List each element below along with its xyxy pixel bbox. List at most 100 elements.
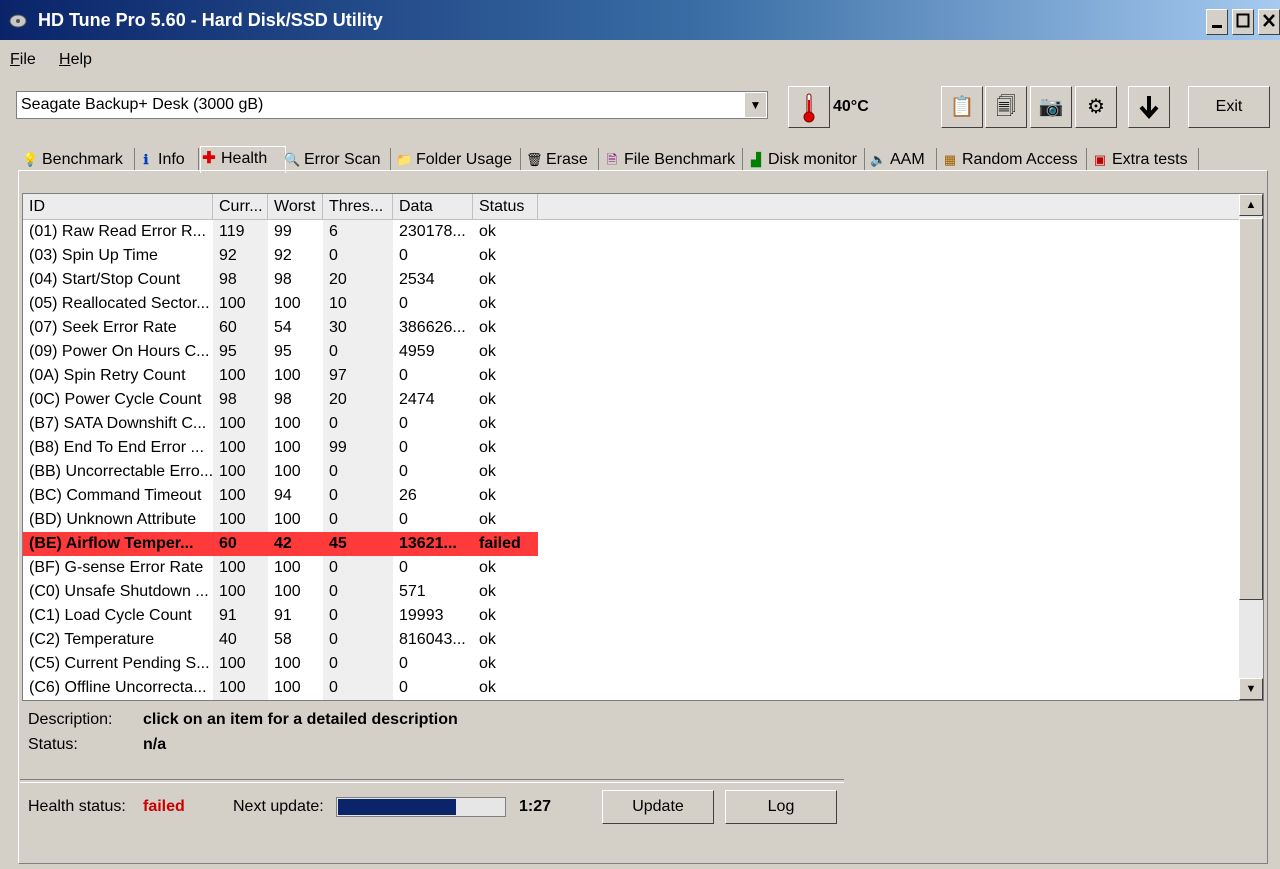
column-data[interactable]: Data bbox=[393, 194, 473, 219]
cell-worst: 95 bbox=[274, 343, 292, 360]
menu-file[interactable]: File bbox=[10, 51, 36, 69]
table-row[interactable]: (C0) Unsafe Shutdown ... 100 100 0 571 ok bbox=[23, 580, 1239, 604]
table-row[interactable]: (BC) Command Timeout 100 94 0 26 ok bbox=[23, 484, 1239, 508]
cell-threshold: 0 bbox=[323, 412, 393, 436]
table-row[interactable]: (09) Power On Hours C... 95 95 0 4959 ok bbox=[23, 340, 1239, 364]
close-button[interactable] bbox=[1258, 9, 1280, 35]
table-row[interactable]: (BD) Unknown Attribute 100 100 0 0 ok bbox=[23, 508, 1239, 532]
table-row[interactable]: (01) Raw Read Error R... 119 99 6 230178... o… bbox=[23, 220, 1239, 244]
cell-current: 100 bbox=[213, 556, 268, 580]
cell-current: 91 bbox=[213, 604, 268, 628]
menu-bar: File Help bbox=[0, 40, 1280, 78]
cell-threshold: 0 bbox=[323, 676, 393, 700]
tab-random-access[interactable]: ▦ Random Access bbox=[942, 148, 1087, 170]
drive-select[interactable]: Seagate Backup+ Desk (3000 gB) ▼ bbox=[16, 91, 768, 119]
scroll-down-button[interactable]: ▼ bbox=[1239, 678, 1263, 700]
cell-id: (BB) Uncorrectable Erro... bbox=[29, 463, 213, 480]
speaker-icon: 🔈 bbox=[870, 152, 887, 167]
temperature-unit: °C bbox=[850, 98, 869, 115]
app-icon bbox=[9, 14, 27, 28]
table-row[interactable]: (B8) End To End Error ... 100 100 99 0 ok bbox=[23, 436, 1239, 460]
copy-text-button[interactable]: 📋 bbox=[941, 86, 983, 128]
scroll-thumb[interactable] bbox=[1239, 218, 1263, 600]
cell-status: ok bbox=[479, 439, 496, 456]
next-update-label: Next update: bbox=[233, 798, 324, 815]
cell-id: (C1) Load Cycle Count bbox=[29, 607, 192, 624]
maximize-button[interactable] bbox=[1232, 9, 1254, 35]
column-status[interactable]: Status bbox=[473, 194, 538, 219]
table-row[interactable]: (C6) Offline Uncorrecta... 100 100 0 0 ok bbox=[23, 676, 1239, 700]
table-row[interactable]: (BE) Airflow Temper... 60 42 45 13621... fail… bbox=[23, 532, 1239, 556]
cell-current: 119 bbox=[213, 220, 268, 244]
camera-icon: 📷 bbox=[1038, 96, 1064, 118]
cell-id: (BC) Command Timeout bbox=[29, 487, 202, 504]
column-threshold[interactable]: Thres... bbox=[323, 194, 393, 219]
table-row[interactable]: (C2) Temperature 40 58 0 816043... ok bbox=[23, 628, 1239, 652]
cell-threshold: 0 bbox=[323, 460, 393, 484]
health-status-label: Health status: bbox=[28, 798, 126, 815]
tab-disk-monitor[interactable]: ▟ Disk monitor bbox=[748, 148, 865, 170]
table-row[interactable]: (C5) Current Pending S... 100 100 0 0 ok bbox=[23, 652, 1239, 676]
cell-worst: 100 bbox=[274, 367, 301, 384]
column-worst[interactable]: Worst bbox=[268, 194, 323, 219]
cell-id: (05) Reallocated Sector... bbox=[29, 295, 210, 312]
column-current[interactable]: Curr... bbox=[213, 194, 268, 219]
table-row[interactable]: (03) Spin Up Time 92 92 0 0 ok bbox=[23, 244, 1239, 268]
save-button[interactable] bbox=[1128, 86, 1170, 128]
table-row[interactable]: (BF) G-sense Error Rate 100 100 0 0 ok bbox=[23, 556, 1239, 580]
cell-status: ok bbox=[479, 391, 496, 408]
cell-id: (BD) Unknown Attribute bbox=[29, 511, 197, 528]
copy-graph-button[interactable]: 🗐 bbox=[985, 86, 1027, 128]
table-row[interactable]: (07) Seek Error Rate 60 54 30 386626... ok bbox=[23, 316, 1239, 340]
smart-attributes-table[interactable]: ID Curr... Worst Thres... Data Status (0… bbox=[22, 193, 1264, 701]
cell-worst: 94 bbox=[274, 487, 292, 504]
bulb-icon: 💡 bbox=[22, 152, 39, 167]
minimize-button[interactable] bbox=[1206, 9, 1228, 35]
chevron-down-icon[interactable]: ▼ bbox=[744, 93, 766, 117]
table-row[interactable]: (0A) Spin Retry Count 100 100 97 0 ok bbox=[23, 364, 1239, 388]
tab-benchmark[interactable]: 💡 Benchmark bbox=[22, 148, 135, 170]
cell-current: 100 bbox=[213, 412, 268, 436]
cell-current: 100 bbox=[213, 484, 268, 508]
menu-help-accel: H bbox=[59, 51, 71, 68]
vertical-scrollbar[interactable]: ▲ ▼ bbox=[1239, 194, 1263, 700]
tab-erase[interactable]: 🗑 Erase bbox=[526, 148, 599, 170]
tab-health[interactable]: ✚ Health bbox=[200, 146, 286, 173]
maximize-icon bbox=[1236, 13, 1250, 28]
table-row[interactable]: (B7) SATA Downshift C... 100 100 0 0 ok bbox=[23, 412, 1239, 436]
exit-button[interactable]: Exit bbox=[1188, 86, 1270, 128]
table-row[interactable]: (05) Reallocated Sector... 100 100 10 0 ok bbox=[23, 292, 1239, 316]
scroll-up-button[interactable]: ▲ bbox=[1239, 194, 1263, 216]
table-row[interactable]: (0C) Power Cycle Count 98 98 20 2474 ok bbox=[23, 388, 1239, 412]
column-id[interactable]: ID bbox=[23, 194, 213, 219]
menu-help[interactable]: Help bbox=[59, 51, 92, 69]
cell-status: ok bbox=[479, 463, 496, 480]
update-button[interactable]: Update bbox=[602, 790, 714, 824]
cell-current: 92 bbox=[213, 244, 268, 268]
cell-threshold: 6 bbox=[323, 220, 393, 244]
tab-label: Health bbox=[221, 150, 268, 167]
tab-file-benchmark[interactable]: 🗎 File Benchmark bbox=[604, 148, 743, 170]
table-row[interactable]: (C1) Load Cycle Count 91 91 0 19993 ok bbox=[23, 604, 1239, 628]
cell-threshold: 20 bbox=[323, 388, 393, 412]
cell-data: 2534 bbox=[399, 271, 435, 288]
tab-aam[interactable]: 🔈 AAM bbox=[870, 148, 937, 170]
screenshot-button[interactable]: 📷 bbox=[1030, 86, 1072, 128]
tab-folder-usage[interactable]: 📁 Folder Usage bbox=[396, 148, 521, 170]
tab-bar: 💡 Benchmark ℹ Info ✚ Health 🔍 Error Scan 📁 Fo… bbox=[18, 146, 1248, 173]
tab-info[interactable]: ℹ Info bbox=[138, 148, 199, 170]
trash-icon: 🗑 bbox=[526, 152, 543, 167]
tab-error-scan[interactable]: 🔍 Error Scan bbox=[284, 148, 391, 170]
cell-status: ok bbox=[479, 511, 496, 528]
table-row[interactable]: (BB) Uncorrectable Erro... 100 100 0 0 ok bbox=[23, 460, 1239, 484]
options-button[interactable]: ⚙ bbox=[1075, 86, 1117, 128]
cell-threshold: 20 bbox=[323, 268, 393, 292]
table-row[interactable]: (04) Start/Stop Count 98 98 20 2534 ok bbox=[23, 268, 1239, 292]
tab-extra-tests[interactable]: ▣ Extra tests bbox=[1092, 148, 1199, 170]
temperature-button[interactable] bbox=[788, 86, 830, 128]
cell-threshold: 45 bbox=[323, 532, 393, 556]
log-button[interactable]: Log bbox=[725, 790, 837, 824]
cell-threshold: 0 bbox=[323, 556, 393, 580]
cell-data: 0 bbox=[399, 367, 408, 384]
progress-fill bbox=[338, 799, 456, 815]
